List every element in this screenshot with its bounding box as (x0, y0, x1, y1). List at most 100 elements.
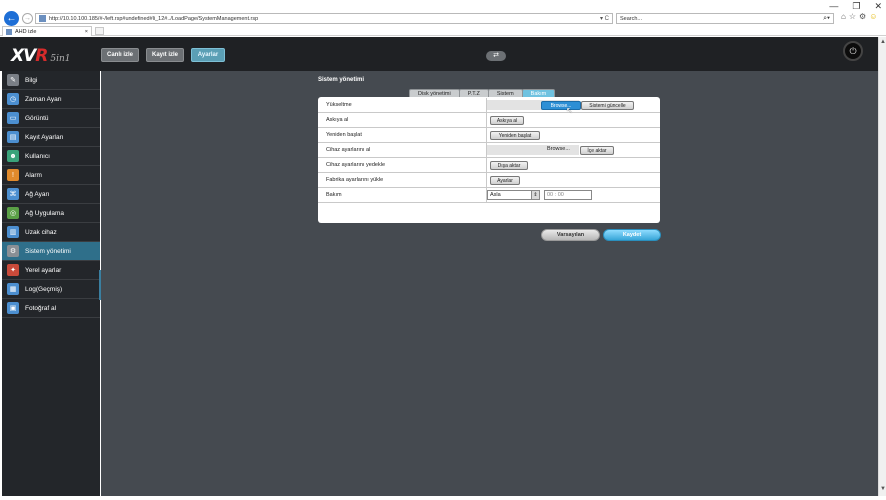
upgrade-row: Yükseltme Browse... Sistemi güncelle (318, 98, 660, 113)
power-icon[interactable]: ⏻ (843, 41, 863, 61)
restore-button[interactable]: ❐ (852, 1, 860, 12)
sidebar-item[interactable]: ⌘ Ağ Ayarı (2, 185, 100, 204)
refresh-icon[interactable]: ▾ C (600, 15, 609, 22)
camera-icon: ▣ (7, 302, 19, 314)
clock-icon: ◷ (7, 93, 19, 105)
sidebar-item-label: Sistem yönetimi (25, 247, 71, 255)
import-settings-label: Cihaz ayarlarını al (326, 147, 371, 153)
sidebar-item[interactable]: ▥ Uzak cihaz (2, 223, 100, 242)
scroll-up-icon[interactable]: ▲ (879, 39, 886, 47)
back-arrow-icon: ← (6, 13, 17, 24)
favorites-icon[interactable]: ☆ (849, 12, 856, 21)
settings-button[interactable]: Ayarlar (191, 48, 225, 62)
sidebar-item[interactable]: ▦ Log(Geçmiş) (2, 280, 100, 299)
local-settings-icon: ✦ (7, 264, 19, 276)
maintenance-schedule-row: Bakım Asla ⇕ 00 : 00 (318, 188, 660, 203)
swap-icon[interactable]: ⇄ (486, 51, 506, 61)
backup-settings-row: Cihaz ayarlarını yedekle Dışa aktar (318, 158, 660, 173)
tab-title: AHD izle (15, 28, 37, 35)
maintenance-frequency-value: Asla (490, 192, 501, 198)
suspend-row: Askıya al Askıya al (318, 113, 660, 128)
user-icon: ☻ (7, 150, 19, 162)
sidebar-item[interactable]: ! Alarm (2, 166, 100, 185)
record-icon: ▤ (7, 131, 19, 143)
logo-subtitle: 5in1 (50, 54, 71, 64)
sidebar-item-label: Ağ Ayarı (25, 190, 50, 198)
tab-favicon-icon (6, 28, 12, 35)
search-icon[interactable]: ⌕▾ (823, 15, 830, 23)
address-bar[interactable]: http://10.10.100.185/#-/left.rsp#undefin… (35, 13, 613, 24)
factory-reset-button[interactable]: Ayarlar (490, 176, 520, 185)
alarm-icon: ! (7, 169, 19, 181)
page-title: Sistem yönetimi (318, 77, 365, 83)
restart-label: Yeniden başlat (326, 132, 362, 138)
default-button[interactable]: Varsayılan (541, 229, 600, 241)
maintenance-time-input[interactable]: 00 : 00 (544, 190, 592, 200)
remote-device-icon: ▥ (7, 226, 19, 238)
export-button[interactable]: Dışa aktar (490, 161, 528, 170)
save-button[interactable]: Kaydet (603, 229, 661, 241)
import-settings-row: Cihaz ayarlarını al Browse... İçe aktar (318, 143, 660, 158)
import-browse-button[interactable]: Browse... (547, 146, 570, 152)
browser-toolbar: ⌂ ☆ ⚙ ☺ (841, 12, 877, 21)
sidebar-item[interactable]: ✎ Bilgi (2, 71, 100, 90)
sidebar-item-label: Log(Geçmiş) (25, 285, 63, 293)
site-favicon-icon (39, 15, 46, 22)
sidebar-item-label: Kayıt Ayarları (25, 133, 64, 141)
suspend-label: Askıya al (326, 117, 349, 123)
back-button[interactable]: ← (4, 11, 19, 26)
sidebar-item-label: Alarm (25, 171, 42, 179)
home-icon[interactable]: ⌂ (841, 12, 846, 21)
minimize-button[interactable]: — (829, 1, 838, 11)
upgrade-browse-button[interactable]: Browse... (541, 101, 581, 110)
import-button[interactable]: İçe aktar (580, 146, 614, 155)
sidebar-item[interactable]: ✦ Yerel ayarlar (2, 261, 100, 280)
system-update-button[interactable]: Sistemi güncelle (581, 101, 634, 110)
factory-reset-label: Fabrika ayarlarını yükle (326, 177, 384, 183)
window-controls: — ❐ ✕ (829, 0, 882, 12)
sidebar-item[interactable]: ◷ Zaman Ayarı (2, 90, 100, 109)
sidebar-item[interactable]: ▭ Görüntü (2, 109, 100, 128)
display-icon: ▭ (7, 112, 19, 124)
sidebar-item-label: Ağ Uygulama (25, 209, 65, 217)
system-icon: ⚙ (7, 245, 19, 257)
scroll-down-icon[interactable]: ▼ (879, 486, 886, 494)
playback-button[interactable]: Kayıt izle (146, 48, 184, 62)
maintenance-label: Bakım (326, 192, 342, 198)
sidebar-item-label: Kullanıcı (25, 152, 50, 160)
close-window-button[interactable]: ✕ (874, 1, 882, 12)
sidebar-item[interactable]: ◎ Ağ Uygulama (2, 204, 100, 223)
sidebar-item[interactable]: ▣ Fotoğraf al (2, 299, 100, 318)
gear-icon[interactable]: ⚙ (859, 12, 866, 21)
live-view-button[interactable]: Canlı izle (101, 48, 139, 62)
tab-close-icon[interactable]: × (85, 29, 88, 35)
new-tab-button[interactable] (95, 27, 104, 35)
search-placeholder: Search... (620, 15, 643, 22)
sidebar-item-label: Bilgi (25, 76, 38, 84)
browser-tab[interactable]: AHD izle × (2, 26, 92, 36)
sidebar-item-label: Görüntü (25, 114, 49, 122)
search-box[interactable]: Search... ⌕▾ (616, 13, 834, 24)
sidebar-item[interactable]: ⚙ Sistem yönetimi (2, 242, 100, 261)
factory-reset-row: Fabrika ayarlarını yükle Ayarlar (318, 173, 660, 188)
backup-settings-label: Cihaz ayarlarını yedekle (326, 162, 386, 168)
feedback-smiley-icon[interactable]: ☺ (869, 12, 877, 21)
maintenance-panel: Yükseltme Browse... Sistemi güncelle Ask… (318, 97, 660, 223)
log-icon: ▦ (7, 283, 19, 295)
select-arrow-icon[interactable]: ⇕ (531, 191, 539, 199)
page-scrollbar[interactable]: ▲ ▼ (878, 37, 886, 496)
sidebar-item[interactable]: ▤ Kayıt Ayarları (2, 128, 100, 147)
restart-row: Yeniden başlat Yeniden başlat (318, 128, 660, 143)
app-header: XVR 5in1 Canlı izle Kayıt izle Ayarlar ⇄… (0, 37, 878, 71)
network-icon: ⌘ (7, 188, 19, 200)
tab-strip: AHD izle × (0, 25, 886, 36)
suspend-button[interactable]: Askıya al (490, 116, 524, 125)
sidebar-item[interactable]: ☻ Kullanıcı (2, 147, 100, 166)
info-icon: ✎ (7, 74, 19, 86)
sidebar-item-label: Uzak cihaz (25, 228, 57, 236)
sidebar-item-label: Yerel ayarlar (25, 266, 62, 274)
restart-button[interactable]: Yeniden başlat (490, 131, 540, 140)
xvr-logo: XVR 5in1 (11, 46, 71, 66)
forward-button[interactable]: → (22, 13, 33, 24)
maintenance-frequency-select[interactable]: Asla ⇕ (487, 190, 540, 200)
